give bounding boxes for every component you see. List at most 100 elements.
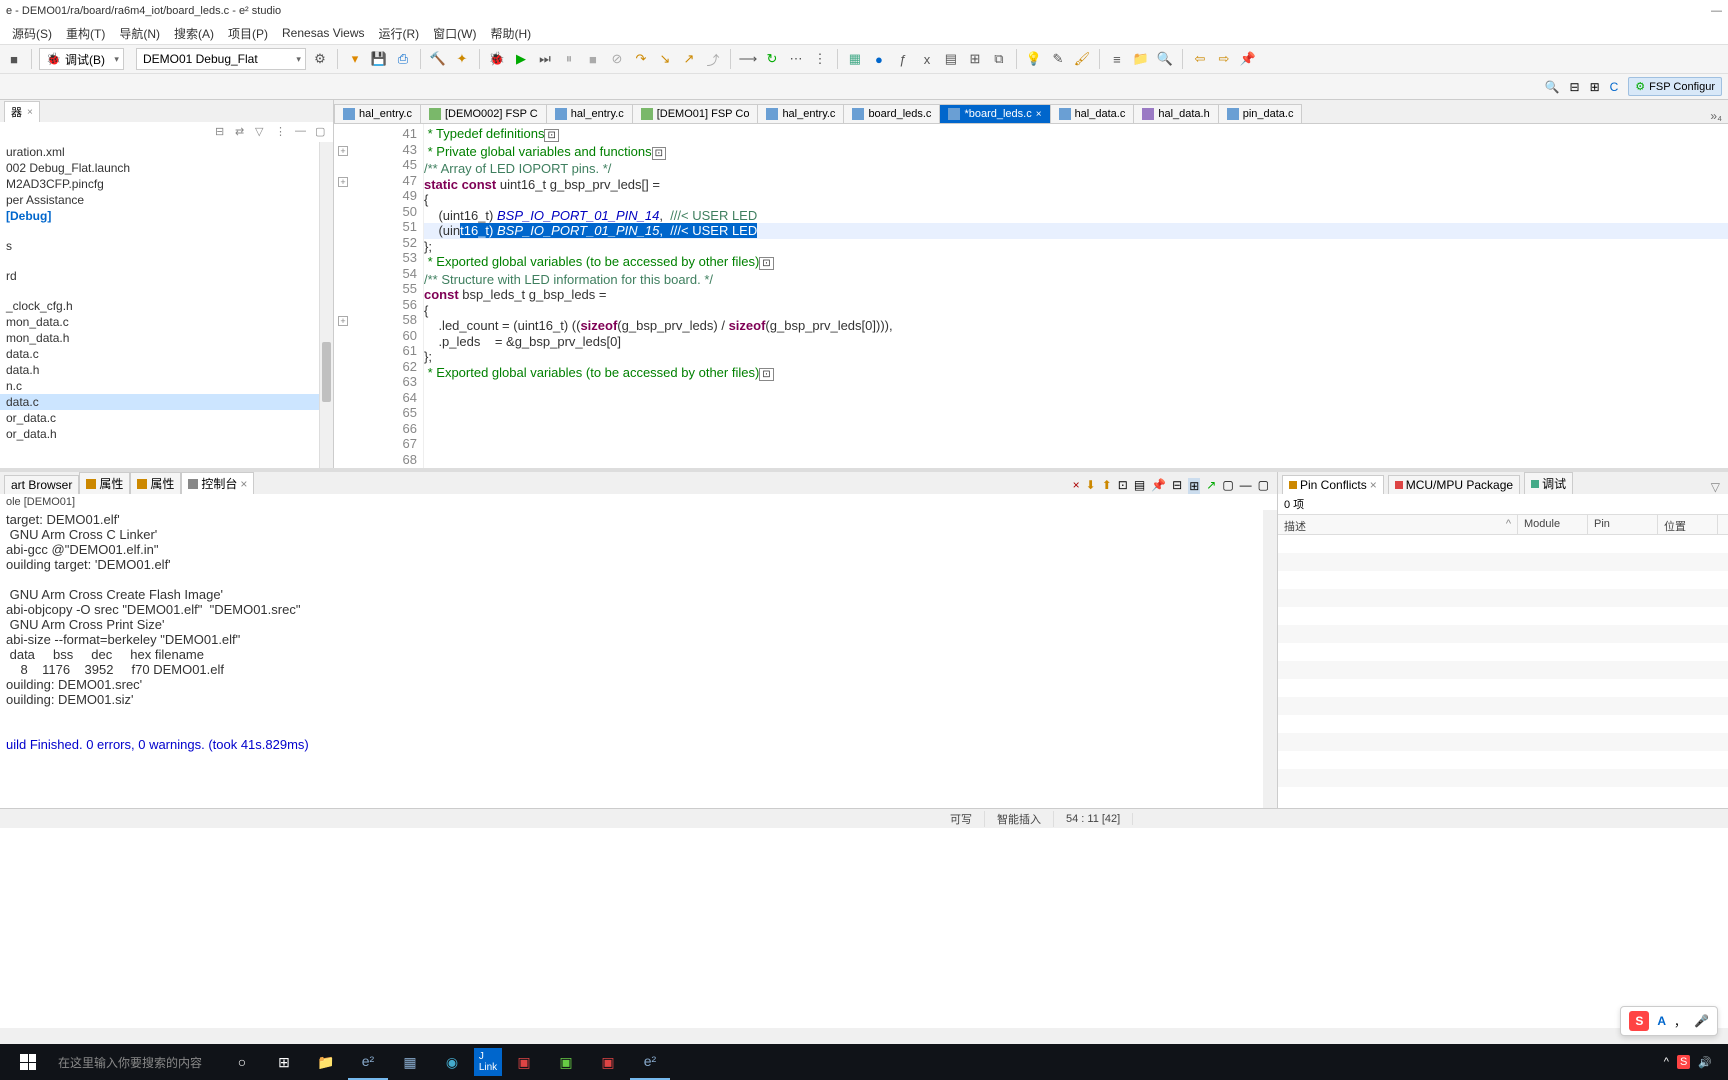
reg-icon[interactable]: ⊞ bbox=[965, 49, 985, 69]
pause-icon[interactable]: ⏸ bbox=[559, 49, 579, 69]
folder-icon[interactable]: 📁 bbox=[1131, 49, 1151, 69]
conflicts-tab[interactable]: Pin Conflicts × bbox=[1282, 475, 1384, 494]
tool1-icon[interactable]: ⋯ bbox=[786, 49, 806, 69]
tree-item[interactable]: per Assistance bbox=[0, 192, 319, 208]
cf-filter-icon[interactable]: ▽ bbox=[1707, 480, 1724, 494]
new-icon[interactable]: ▾ bbox=[345, 49, 365, 69]
var-icon[interactable]: x bbox=[917, 49, 937, 69]
system-tray[interactable]: ^ S 🔊 bbox=[1664, 1055, 1720, 1069]
tab-overflow[interactable]: »₄ bbox=[1704, 109, 1728, 123]
ime-toolbar[interactable]: S A ， 🎤 bbox=[1620, 1006, 1718, 1036]
cortana-icon[interactable]: ○ bbox=[222, 1044, 262, 1080]
e2studio-icon[interactable]: e² bbox=[348, 1044, 388, 1080]
minimize-icon[interactable]: — bbox=[1711, 5, 1722, 17]
ime-voice-icon[interactable]: 🎤 bbox=[1694, 1014, 1709, 1028]
console-tab[interactable]: 属性 bbox=[79, 472, 130, 494]
tool2-icon[interactable]: ⋮ bbox=[810, 49, 830, 69]
menu-icon[interactable]: ⊟ bbox=[1570, 80, 1580, 94]
menu-item[interactable]: 导航(N) bbox=[113, 23, 166, 44]
console-output[interactable]: target: DEMO01.elf' GNU Arm Cross C Link… bbox=[0, 510, 1263, 808]
filter-icon[interactable]: ▽ bbox=[255, 125, 269, 139]
tree-item[interactable]: _clock_cfg.h bbox=[0, 298, 319, 314]
tree-item[interactable]: M2AD3CFP.pincfg bbox=[0, 176, 319, 192]
tray-up-icon[interactable]: ^ bbox=[1664, 1056, 1669, 1068]
code-editor[interactable]: + + + + 41434547495051525354555658606162… bbox=[334, 124, 1728, 468]
trace-icon[interactable]: ⧉ bbox=[989, 49, 1009, 69]
e2studio2-icon[interactable]: e² bbox=[630, 1044, 670, 1080]
editor-tab[interactable]: pin_data.c bbox=[1218, 104, 1303, 123]
conflicts-tab[interactable]: MCU/MPU Package bbox=[1388, 475, 1520, 494]
conflicts-tab[interactable]: 调试 bbox=[1524, 472, 1573, 494]
tree-item[interactable]: mon_data.h bbox=[0, 330, 319, 346]
menu-item[interactable]: Renesas Views bbox=[276, 24, 371, 42]
console-tab[interactable]: art Browser bbox=[4, 475, 79, 494]
sound-icon[interactable]: 🔊 bbox=[1698, 1056, 1712, 1069]
up-icon[interactable]: ⬆ bbox=[1102, 478, 1112, 494]
camtasia-icon[interactable]: ▣ bbox=[546, 1044, 586, 1080]
tree-item[interactable]: or_data.c bbox=[0, 410, 319, 426]
instr-icon[interactable]: ⟶ bbox=[738, 49, 758, 69]
menu-item[interactable]: 窗口(W) bbox=[427, 23, 482, 44]
editor-tab[interactable]: hal_entry.c bbox=[757, 104, 844, 123]
align-icon[interactable]: ≡ bbox=[1107, 49, 1127, 69]
link-icon[interactable]: ⇄ bbox=[235, 125, 249, 139]
bp-icon[interactable]: ● bbox=[869, 49, 889, 69]
tree-item[interactable]: s bbox=[0, 238, 319, 254]
calc-icon[interactable]: ▦ bbox=[390, 1044, 430, 1080]
menu-item[interactable]: 帮助(H) bbox=[485, 23, 538, 44]
stop-con-icon[interactable]: × bbox=[1073, 478, 1080, 494]
step-out-icon[interactable]: ↗ bbox=[679, 49, 699, 69]
tree-item[interactable]: or_data.h bbox=[0, 426, 319, 442]
tree-item[interactable]: data.c bbox=[0, 346, 319, 362]
wrap-icon[interactable]: ⊞ bbox=[1188, 478, 1200, 494]
menu-item[interactable]: 运行(R) bbox=[373, 23, 426, 44]
jlink-icon[interactable]: JLink bbox=[474, 1048, 502, 1076]
collapse-icon[interactable]: ⊟ bbox=[215, 125, 229, 139]
explorer-icon[interactable]: 📁 bbox=[306, 1044, 346, 1080]
chip-icon[interactable]: ▦ bbox=[845, 49, 865, 69]
project-tree[interactable]: uration.xml002 Debug_Flat.launchM2AD3CFP… bbox=[0, 142, 319, 468]
edge-icon[interactable]: ◉ bbox=[432, 1044, 472, 1080]
editor-tab[interactable]: hal_entry.c bbox=[334, 104, 421, 123]
step-over-icon[interactable]: ↷ bbox=[631, 49, 651, 69]
search-icon[interactable]: 🔍 bbox=[1155, 49, 1175, 69]
pin2-icon[interactable]: 📌 bbox=[1151, 478, 1166, 494]
scroll-icon[interactable]: ⊟ bbox=[1172, 478, 1182, 494]
down-icon[interactable]: ⬇ bbox=[1086, 478, 1096, 494]
editor-tab[interactable]: hal_data.c bbox=[1050, 104, 1135, 123]
search2-icon[interactable]: 🔍 bbox=[1545, 80, 1560, 94]
start-button[interactable] bbox=[8, 1044, 48, 1080]
tree-item[interactable]: uration.xml bbox=[0, 144, 319, 160]
min2-icon[interactable]: — bbox=[1240, 478, 1252, 494]
run-icon[interactable]: ▶ bbox=[511, 49, 531, 69]
back-icon[interactable]: ⇦ bbox=[1190, 49, 1210, 69]
wand-icon[interactable]: ✦ bbox=[452, 49, 472, 69]
persp-open-icon[interactable]: ⊞ bbox=[1590, 80, 1600, 94]
display-icon[interactable]: ▢ bbox=[1222, 478, 1233, 494]
lock-icon[interactable]: ⊡ bbox=[1118, 478, 1128, 494]
menu-item[interactable]: 搜索(A) bbox=[168, 23, 220, 44]
tree-item[interactable]: [Debug] bbox=[0, 208, 319, 224]
tree-scrollbar[interactable] bbox=[319, 142, 333, 468]
open-icon[interactable]: ↗ bbox=[1206, 478, 1216, 494]
config-combo[interactable]: DEMO01 Debug_Flat bbox=[136, 48, 306, 70]
restart-icon[interactable]: ↻ bbox=[762, 49, 782, 69]
ime-mode[interactable]: A bbox=[1657, 1014, 1666, 1028]
brush-icon[interactable]: 🖌 bbox=[1072, 49, 1092, 69]
max2-icon[interactable]: ▢ bbox=[1258, 478, 1269, 494]
editor-tab[interactable]: [DEMO01] FSP Co bbox=[632, 104, 759, 123]
tree-item[interactable]: n.c bbox=[0, 378, 319, 394]
editor-tab[interactable]: [DEMO002] FSP C bbox=[420, 104, 547, 123]
max-icon[interactable]: ▢ bbox=[315, 125, 329, 139]
save-icon[interactable]: 💾 bbox=[369, 49, 389, 69]
pin-icon[interactable]: 📌 bbox=[1238, 49, 1258, 69]
menu-item[interactable]: 源码(S) bbox=[6, 23, 58, 44]
fwd-icon[interactable]: ⇨ bbox=[1214, 49, 1234, 69]
bulb-icon[interactable]: 💡 bbox=[1024, 49, 1044, 69]
editor-tab[interactable]: hal_data.h bbox=[1133, 104, 1218, 123]
taskview-icon[interactable]: ⊞ bbox=[264, 1044, 304, 1080]
clear-icon[interactable]: ▤ bbox=[1134, 478, 1145, 494]
min-icon[interactable]: — bbox=[295, 125, 309, 139]
tree-item[interactable]: rd bbox=[0, 268, 319, 284]
tree-item[interactable]: data.c bbox=[0, 394, 319, 410]
